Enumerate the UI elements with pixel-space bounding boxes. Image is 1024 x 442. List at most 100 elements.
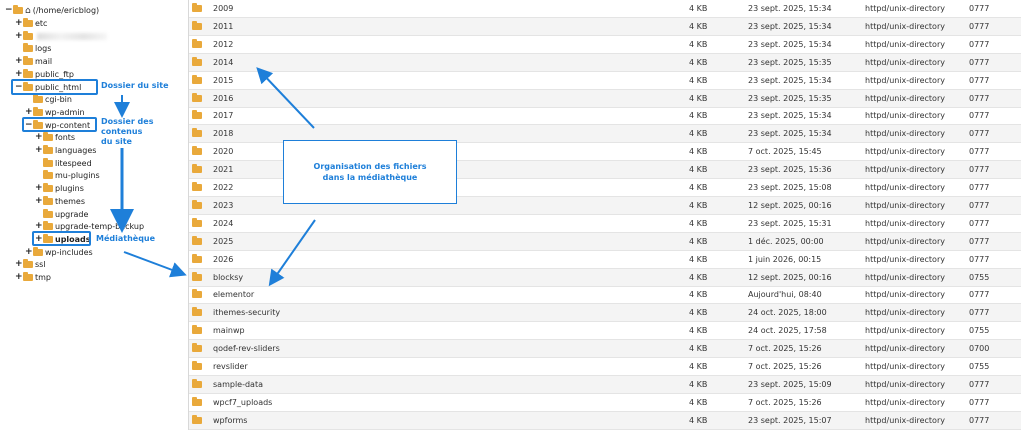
file-name[interactable]: 2021	[213, 165, 233, 174]
tree-root[interactable]: − ⌂ (/home/ericblog)	[5, 4, 99, 17]
collapse-toggle[interactable]: −	[5, 6, 13, 15]
tree-node[interactable]: mu-plugins	[35, 169, 100, 182]
tree-node-label: logs	[35, 44, 52, 54]
file-name[interactable]: elementor	[213, 290, 254, 299]
expand-toggle[interactable]: +	[35, 133, 43, 142]
highlight-uploads	[32, 231, 91, 246]
file-name[interactable]: 2014	[213, 58, 233, 67]
table-row[interactable]: revslider 4 KB 7 oct. 2025, 15:26 httpd/uni…	[189, 358, 1021, 376]
table-row[interactable]: 2026 4 KB 1 juin 2026, 00:15 httpd/unix-dir…	[189, 251, 1021, 269]
table-row[interactable]: wpcf7_uploads 4 KB 7 oct. 2025, 15:26 httpd…	[189, 394, 1021, 412]
file-name[interactable]: 2016	[213, 94, 233, 103]
expand-toggle[interactable]: +	[15, 31, 23, 41]
file-name[interactable]: revslider	[213, 362, 248, 371]
tree-node[interactable]: + ssl	[15, 258, 46, 271]
file-size: 4 KB	[689, 236, 708, 246]
table-row[interactable]: 2009 4 KB 23 sept. 2025, 15:34 httpd/unix-d…	[189, 0, 1021, 18]
file-size: 4 KB	[689, 362, 708, 371]
file-modified-date: Aujourd'hui, 08:40	[748, 290, 822, 300]
table-row[interactable]: elementor 4 KB Aujourd'hui, 08:40 httpd/uni…	[189, 286, 1021, 305]
table-row[interactable]: blocksy 4 KB 12 sept. 2025, 00:16 httpd/uni…	[189, 268, 1021, 287]
file-name[interactable]: ithemes-security	[213, 308, 280, 317]
folder-icon	[43, 157, 53, 167]
file-size: 4 KB	[689, 57, 708, 67]
file-name[interactable]: 2026	[213, 255, 233, 264]
expand-toggle[interactable]: +	[35, 222, 43, 231]
tree-node[interactable]: logs	[15, 42, 51, 55]
file-modified-date: 24 oct. 2025, 18:00	[748, 308, 827, 318]
tree-node[interactable]: + wp-includes	[25, 246, 93, 259]
file-name[interactable]: 2025	[213, 237, 233, 246]
file-modified-date: 7 oct. 2025, 15:45	[748, 147, 822, 157]
expand-toggle[interactable]: +	[35, 146, 43, 155]
file-name[interactable]: qodef-rev-sliders	[213, 344, 280, 353]
folder-icon	[192, 164, 202, 174]
file-name[interactable]: 2012	[213, 40, 233, 49]
folder-icon	[192, 74, 202, 84]
expand-toggle[interactable]: +	[15, 19, 23, 28]
expand-toggle[interactable]: +	[25, 247, 33, 257]
file-permissions: 0777	[969, 183, 990, 192]
file-name[interactable]: 2018	[213, 129, 233, 138]
folder-icon	[192, 289, 202, 299]
expand-toggle[interactable]: +	[15, 57, 23, 66]
file-name[interactable]: mainwp	[213, 326, 245, 335]
file-name[interactable]: 2023	[213, 201, 233, 210]
tree-node[interactable]: +	[15, 30, 107, 43]
tree-node[interactable]: + etc	[15, 17, 47, 30]
table-row[interactable]: ithemes-security 4 KB 24 oct. 2025, 18:00 h…	[189, 304, 1021, 323]
tree-node[interactable]: upgrade	[35, 208, 88, 221]
tree-node[interactable]: litespeed	[35, 157, 92, 170]
tree-node[interactable]: + tmp	[15, 271, 51, 284]
table-row[interactable]: 2016 4 KB 23 sept. 2025, 15:35 httpd/unix-d…	[189, 89, 1021, 108]
table-row[interactable]: 2025 4 KB 1 déc. 2025, 00:00 httpd/unix-dir…	[189, 232, 1021, 251]
tree-node[interactable]: + fonts	[35, 131, 75, 144]
file-size: 4 KB	[689, 21, 708, 31]
expand-toggle[interactable]: +	[15, 273, 23, 282]
tree-node[interactable]: + mail	[15, 55, 52, 68]
table-row[interactable]: mainwp 4 KB 24 oct. 2025, 17:58 httpd/unix-…	[189, 322, 1021, 341]
table-row[interactable]: sample-data 4 KB 23 sept. 2025, 15:09 httpd…	[189, 375, 1021, 394]
table-row[interactable]: 2014 4 KB 23 sept. 2025, 15:35 httpd/unix-d…	[189, 53, 1021, 72]
expand-toggle[interactable]: +	[25, 107, 33, 117]
folder-icon	[192, 235, 202, 245]
file-name[interactable]: 2017	[213, 111, 233, 120]
redacted-label	[37, 32, 107, 40]
folder-icon	[23, 56, 33, 66]
annotation-site-folder: Dossier du site	[101, 81, 169, 90]
file-name[interactable]: 2015	[213, 76, 233, 85]
table-row[interactable]: qodef-rev-sliders 4 KB 7 oct. 2025, 15:26 h…	[189, 340, 1021, 359]
tree-node[interactable]: + languages	[35, 144, 96, 157]
file-name[interactable]: 2024	[213, 219, 233, 228]
table-row[interactable]: 2024 4 KB 23 sept. 2025, 15:31 httpd/unix-d…	[189, 215, 1021, 233]
expand-toggle[interactable]: +	[35, 196, 43, 206]
file-name[interactable]: sample-data	[213, 380, 263, 389]
tree-node[interactable]: cgi-bin	[25, 93, 72, 106]
expand-toggle[interactable]: +	[15, 260, 23, 269]
file-type: httpd/unix-directory	[865, 200, 945, 210]
tree-node[interactable]: + plugins	[35, 182, 84, 195]
table-row[interactable]: 2012 4 KB 23 sept. 2025, 15:34 httpd/unix-d…	[189, 36, 1021, 54]
expand-toggle[interactable]: +	[15, 69, 23, 79]
file-type: httpd/unix-directory	[865, 272, 945, 282]
table-row[interactable]: 2015 4 KB 23 sept. 2025, 15:34 httpd/unix-d…	[189, 72, 1021, 90]
file-name[interactable]: 2009	[213, 4, 233, 13]
file-size: 4 KB	[689, 415, 708, 425]
expand-toggle[interactable]: +	[35, 184, 43, 193]
file-name[interactable]: 2011	[213, 22, 233, 31]
file-name[interactable]: blocksy	[213, 273, 243, 282]
table-row[interactable]: wpforms 4 KB 23 sept. 2025, 15:07 httpd/uni…	[189, 411, 1021, 430]
file-type: httpd/unix-directory	[865, 75, 945, 85]
file-name[interactable]: wpforms	[213, 416, 247, 425]
table-row[interactable]: 2017 4 KB 23 sept. 2025, 15:34 httpd/unix-d…	[189, 107, 1021, 126]
folder-icon	[192, 396, 202, 406]
tree-node[interactable]: + themes	[35, 195, 85, 208]
tree-node-label: wp-admin	[45, 107, 85, 117]
file-name[interactable]: 2020	[213, 147, 233, 156]
tree-node-label: upgrade	[55, 209, 89, 219]
file-name[interactable]: 2022	[213, 183, 233, 192]
file-name[interactable]: wpcf7_uploads	[213, 398, 272, 407]
file-permissions: 0700	[969, 344, 990, 354]
file-size: 4 KB	[689, 4, 708, 13]
table-row[interactable]: 2011 4 KB 23 sept. 2025, 15:34 httpd/unix-d…	[189, 17, 1021, 36]
